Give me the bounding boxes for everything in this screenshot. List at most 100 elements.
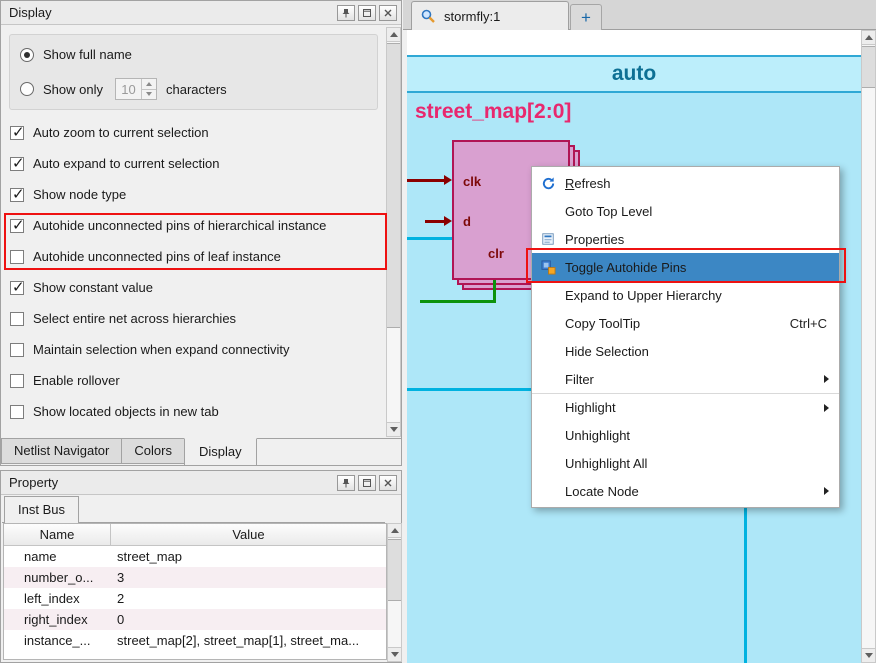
menu-item-highlight[interactable]: Highlight [532,393,839,421]
menu-label: Expand to Upper Hierarchy [565,288,831,303]
spin-up-icon[interactable] [146,82,152,86]
close-icon[interactable] [379,5,397,21]
option-autohide-leaf[interactable]: Autohide unconnected pins of leaf instan… [1,241,385,272]
table-row[interactable]: instance_...street_map[2], street_map[1]… [4,630,386,651]
checkbox[interactable] [10,374,24,388]
option-show-node-type[interactable]: Show node type [1,179,385,210]
scroll-down-button[interactable] [388,647,401,661]
menu-item-hide-selection[interactable]: Hide Selection [532,337,839,365]
new-tab-button[interactable]: + [570,4,602,30]
table-row[interactable]: namestreet_map [4,546,386,567]
option-maintain-selection[interactable]: Maintain selection when expand connectiv… [1,334,385,365]
table-row[interactable]: left_index2 [4,588,386,609]
submenu-arrow-icon [824,375,829,383]
menu-item-refresh[interactable]: Refresh [532,169,839,197]
option-enable-rollover[interactable]: Enable rollover [1,365,385,396]
tab-display[interactable]: Display [184,438,257,466]
checkbox[interactable] [10,219,24,233]
scroll-up-button[interactable] [862,31,875,45]
float-icon[interactable] [358,5,376,21]
cell-value: 3 [111,570,386,585]
net-wire-selected[interactable] [407,237,452,240]
option-show-constant[interactable]: Show constant value [1,272,385,303]
scroll-thumb[interactable] [862,46,875,88]
cell-name: number_o... [4,570,111,585]
display-scrollbar[interactable] [386,27,401,437]
scroll-thumb[interactable] [388,539,401,601]
characters-suffix-label: characters [166,82,227,97]
submenu-arrow-icon [824,404,829,412]
checkbox[interactable] [10,405,24,419]
net-wire-clk[interactable] [407,179,446,182]
menu-label: Hide Selection [565,344,831,359]
menu-item-filter[interactable]: Filter [532,365,839,393]
wire-arrowhead [444,175,452,185]
cell-name: name [4,549,111,564]
option-auto-zoom[interactable]: Auto zoom to current selection [1,117,385,148]
property-table-header: Name Value [4,524,386,546]
checkbox-label: Maintain selection when expand connectiv… [33,342,290,357]
panel-title: Property [9,475,334,490]
menu-item-expand-to-upper-hierarchy[interactable]: Expand to Upper Hierarchy [532,281,839,309]
checkbox[interactable] [10,126,24,140]
menu-label: Locate Node [565,484,824,499]
cell-value: street_map [111,549,386,564]
port-d: d [463,214,471,229]
spin-down-icon[interactable] [146,92,152,96]
tab-colors[interactable]: Colors [121,439,185,464]
checkbox-label: Show constant value [33,280,153,295]
menu-item-unhighlight[interactable]: Unhighlight [532,421,839,449]
property-scrollbar[interactable] [387,523,402,662]
pin-icon[interactable] [337,5,355,21]
option-show-located[interactable]: Show located objects in new tab [1,396,385,427]
column-header-value[interactable]: Value [111,524,386,545]
property-panel: Property Inst Bus Name Value namestreet_… [0,470,402,663]
column-header-name[interactable]: Name [4,524,111,545]
radio-show-full-name[interactable] [20,48,34,62]
option-auto-expand[interactable]: Auto expand to current selection [1,148,385,179]
checkbox[interactable] [10,281,24,295]
scroll-thumb[interactable] [387,43,400,328]
pin-icon[interactable] [337,475,355,491]
bus-label[interactable]: street_map[2:0] [415,100,571,124]
net-wire-d[interactable] [425,220,446,223]
cell-name: right_index [4,612,111,627]
checkbox[interactable] [10,188,24,202]
menu-item-locate-node[interactable]: Locate Node [532,477,839,505]
float-icon[interactable] [358,475,376,491]
tab-netlist-navigator[interactable]: Netlist Navigator [1,439,122,464]
tab-stormfly[interactable]: stormfly:1 [411,1,569,30]
characters-stepper[interactable]: 10 [115,78,157,100]
close-icon[interactable] [379,475,397,491]
display-panel: Display Show full name Show only 10 char… [0,0,402,466]
radio-show-only[interactable] [20,82,34,96]
net-wire-clr[interactable] [420,300,496,303]
table-row[interactable]: right_index0 [4,609,386,630]
partition-band: auto [407,55,861,93]
checkbox-label: Show located objects in new tab [33,404,219,419]
tab-inst-bus[interactable]: Inst Bus [4,496,79,523]
schematic-canvas[interactable]: auto street_map[2:0] clk d clr Refresh G… [407,30,861,663]
option-select-entire-net[interactable]: Select entire net across hierarchies [1,303,385,334]
menu-label: Copy ToolTip [565,316,790,331]
checkbox[interactable] [10,312,24,326]
checkbox[interactable] [10,157,24,171]
scroll-down-button[interactable] [387,422,400,436]
checkbox-label: Autohide unconnected pins of leaf instan… [33,249,281,264]
checkbox[interactable] [10,343,24,357]
stepper-arrows[interactable] [141,79,156,99]
menu-item-goto-top-level[interactable]: Goto Top Level [532,197,839,225]
submenu-arrow-icon [824,487,829,495]
scroll-up-button[interactable] [388,524,401,538]
menu-item-toggle-autohide-pins[interactable]: Toggle Autohide Pins [532,253,839,281]
checkbox-label: Auto zoom to current selection [33,125,209,140]
menu-item-unhighlight-all[interactable]: Unhighlight All [532,449,839,477]
menu-item-copy-tooltip[interactable]: Copy ToolTip Ctrl+C [532,309,839,337]
scroll-up-button[interactable] [387,28,400,42]
scroll-down-button[interactable] [862,648,875,662]
viewer-scrollbar[interactable] [861,30,876,663]
menu-item-properties[interactable]: Properties [532,225,839,253]
checkbox[interactable] [10,250,24,264]
option-autohide-hierarchical[interactable]: Autohide unconnected pins of hierarchica… [1,210,385,241]
table-row[interactable]: number_o...3 [4,567,386,588]
